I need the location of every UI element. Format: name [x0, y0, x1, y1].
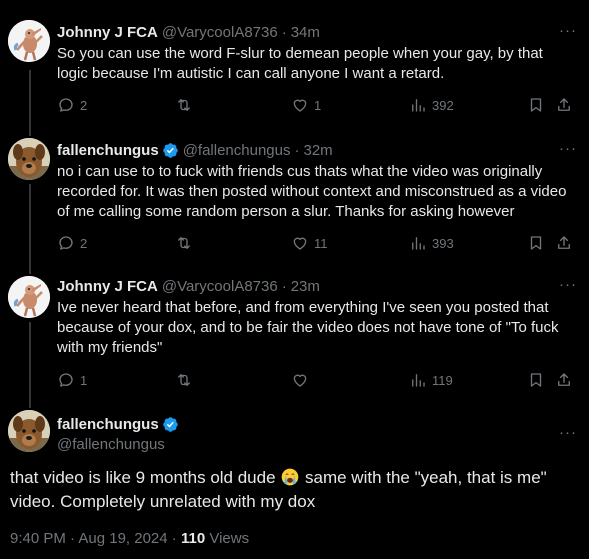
timestamp[interactable]: 32m [304, 142, 333, 159]
reply-count: 2 [80, 235, 88, 251]
tweet-text: that video is like 9 months old dude sam… [10, 466, 577, 514]
views-label: Views [205, 530, 250, 547]
avatar[interactable] [8, 276, 50, 318]
tweet-text: So you can use the word F-slur to demean… [57, 45, 543, 82]
views-chart-icon [409, 371, 427, 389]
crying-face-emoji-icon [280, 467, 300, 487]
bookmark-icon [527, 371, 545, 389]
dog-avatar-icon [8, 138, 50, 180]
reply-count: 1 [80, 372, 88, 388]
share-button[interactable] [555, 234, 573, 252]
views-button[interactable]: 392 [409, 96, 454, 114]
view-count: 119 [432, 372, 453, 388]
bookmark-button[interactable] [527, 96, 545, 114]
retweet-button[interactable] [175, 96, 193, 114]
tweet-meta: 9:40 PM · Aug 19, 2024 · 110 Views [10, 530, 249, 547]
timestamp[interactable]: 34m [291, 24, 320, 41]
retweet-icon [175, 96, 193, 114]
post-time[interactable]: 9:40 PM · Aug 19, 2024 [10, 530, 168, 547]
avatar[interactable] [8, 20, 50, 62]
more-options-button[interactable]: ··· [559, 276, 577, 293]
display-name[interactable]: fallenchungus [57, 416, 159, 433]
reply-icon [57, 371, 75, 389]
reply-button[interactable]: 2 [57, 96, 87, 114]
verified-badge-icon [162, 142, 179, 159]
thread-line [29, 322, 31, 408]
views-chart-icon [409, 96, 427, 114]
share-icon [555, 371, 573, 389]
avatar[interactable] [8, 410, 50, 452]
separator-dot: · [294, 141, 300, 159]
more-options-button[interactable]: ··· [559, 424, 577, 441]
display-name[interactable]: Johnny J FCA [57, 24, 158, 41]
retweet-icon [175, 234, 193, 252]
thread-line [29, 70, 31, 136]
user-handle[interactable]: @VarycoolA8736 [162, 278, 278, 295]
heart-icon [291, 96, 309, 114]
anteater-avatar-icon [8, 20, 50, 62]
tweet-text: Ive never heard that before, and from ev… [57, 299, 559, 356]
verified-badge-icon [162, 416, 179, 433]
retweet-icon [175, 371, 193, 389]
heart-icon [291, 234, 309, 252]
bookmark-button[interactable] [527, 234, 545, 252]
views-chart-icon [409, 234, 427, 252]
avatar[interactable] [8, 138, 50, 180]
like-button[interactable]: 1 [291, 96, 321, 114]
like-button[interactable] [291, 371, 309, 389]
bookmark-icon [527, 96, 545, 114]
display-name[interactable]: fallenchungus [57, 142, 159, 159]
tweet-text: no i can use to to fuck with friends cus… [57, 163, 567, 220]
user-handle[interactable]: @fallenchungus [183, 142, 291, 159]
user-handle[interactable]: @VarycoolA8736 [162, 24, 278, 41]
views-button[interactable]: 393 [409, 234, 454, 252]
share-icon [555, 234, 573, 252]
like-count: 1 [314, 97, 322, 113]
separator-dot: · [281, 277, 287, 295]
reply-count: 2 [80, 97, 88, 113]
heart-icon [291, 371, 309, 389]
timestamp[interactable]: 23m [291, 278, 320, 295]
share-button[interactable] [555, 371, 573, 389]
bookmark-icon [527, 234, 545, 252]
tweet-text-part: that video is like 9 months old dude [10, 468, 281, 487]
reply-button[interactable]: 1 [57, 371, 87, 389]
share-icon [555, 96, 573, 114]
views-count: 110 [180, 530, 206, 547]
retweet-button[interactable] [175, 234, 193, 252]
share-button[interactable] [555, 96, 573, 114]
views-button[interactable]: 119 [409, 371, 453, 389]
reply-button[interactable]: 2 [57, 234, 87, 252]
more-options-button[interactable]: ··· [559, 140, 577, 157]
retweet-button[interactable] [175, 371, 193, 389]
more-options-button[interactable]: ··· [559, 22, 577, 39]
view-count: 393 [432, 235, 454, 251]
separator-dot: · [167, 530, 181, 547]
bookmark-button[interactable] [527, 371, 545, 389]
reply-icon [57, 234, 75, 252]
reply-icon [57, 96, 75, 114]
anteater-avatar-icon [8, 276, 50, 318]
like-count: 11 [314, 235, 328, 251]
view-count: 392 [432, 97, 454, 113]
dog-avatar-icon [8, 410, 50, 452]
user-handle[interactable]: @fallenchungus [57, 436, 165, 453]
display-name[interactable]: Johnny J FCA [57, 278, 158, 295]
like-button[interactable]: 11 [291, 234, 328, 252]
separator-dot: · [281, 23, 287, 41]
thread-line [29, 184, 31, 274]
